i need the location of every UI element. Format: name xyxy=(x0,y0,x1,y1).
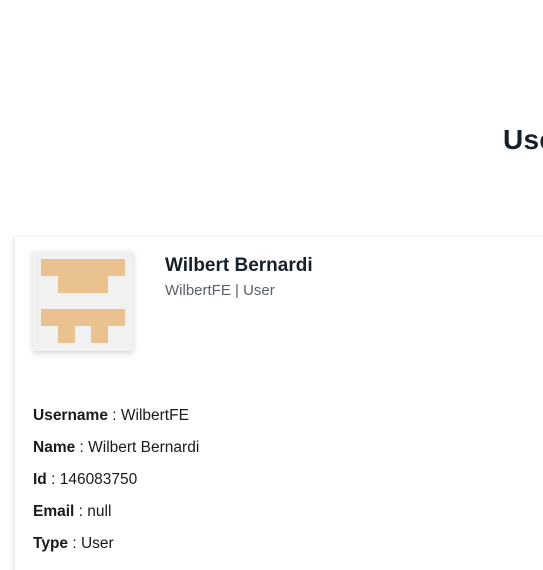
avatar xyxy=(33,251,133,351)
detail-type: Type : User xyxy=(33,535,199,567)
detail-email: Email : null xyxy=(33,503,199,535)
detail-name: Name : Wilbert Bernardi xyxy=(33,439,199,471)
detail-label: Id xyxy=(33,471,47,488)
detail-separator: : xyxy=(107,407,121,424)
detail-separator: : xyxy=(75,439,89,456)
profile-subtitle: WilbertFE | User xyxy=(165,282,275,299)
detail-id: Id : 146083750 xyxy=(33,471,199,503)
detail-label: Username xyxy=(33,407,108,424)
detail-value: WilbertFE xyxy=(120,407,189,424)
profile-name: Wilbert Bernardi xyxy=(165,255,313,276)
user-profile-page: User Profile Wilbert Bernardi WilbertFE … xyxy=(0,0,543,570)
detail-value: Wilbert Bernardi xyxy=(88,439,200,456)
detail-label: Email xyxy=(33,503,75,520)
detail-value: 146083750 xyxy=(59,471,138,488)
detail-username: Username : WilbertFE xyxy=(33,407,199,439)
detail-separator: : xyxy=(46,471,60,488)
detail-separator: : xyxy=(68,535,81,552)
identicon-avatar-icon xyxy=(41,259,125,343)
profile-details-list: Username : WilbertFE Name : Wilbert Bern… xyxy=(33,407,199,567)
detail-value: User xyxy=(80,535,114,552)
detail-separator: : xyxy=(74,503,88,520)
detail-label: Name xyxy=(33,439,76,456)
detail-label: Type xyxy=(33,535,69,552)
page-title: User Profile xyxy=(503,124,543,155)
detail-value: null xyxy=(87,503,112,520)
profile-card: Wilbert Bernardi WilbertFE | User Userna… xyxy=(15,237,543,570)
